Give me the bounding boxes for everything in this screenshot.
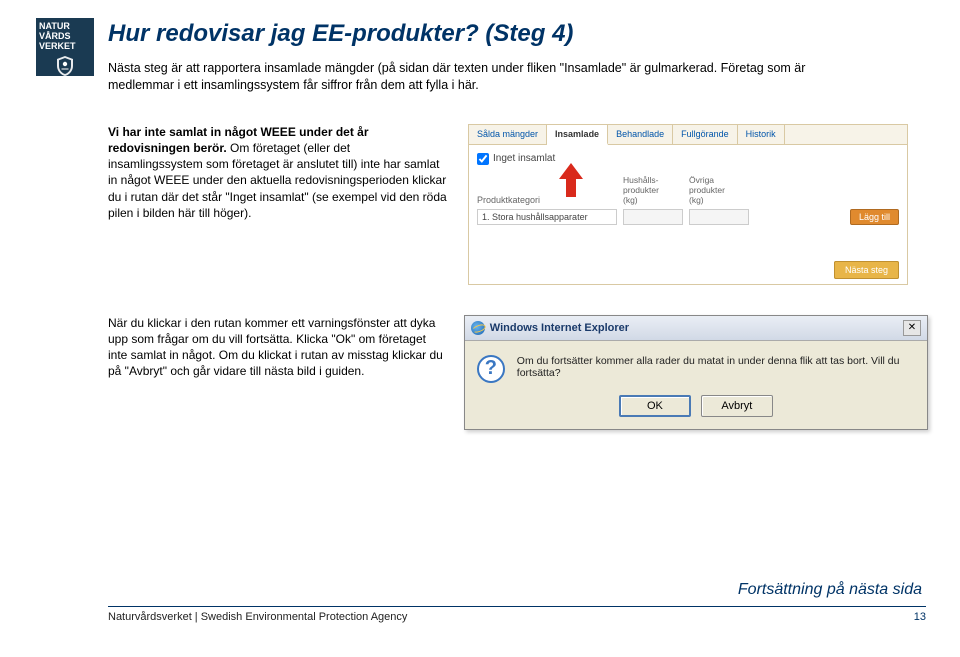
col-head-hushall: Hushålls- produkter (kg) <box>623 175 683 205</box>
close-button[interactable]: ✕ <box>903 320 921 336</box>
footer-org: Naturvårdsverket | Swedish Environmental… <box>108 611 407 623</box>
category-row-1[interactable]: 1. Stora hushållsapparater <box>477 209 617 225</box>
ie-icon <box>471 321 485 335</box>
tab-fullgorande[interactable]: Fullgörande <box>673 125 738 144</box>
tab-salda-mangder[interactable]: Sålda mängder <box>469 125 547 144</box>
tab-historik[interactable]: Historik <box>738 125 785 144</box>
product-category-label: Produktkategori <box>477 195 617 205</box>
lagg-till-button[interactable]: Lägg till <box>850 209 899 225</box>
app-tabs: Sålda mängder Insamlade Behandlade Fullg… <box>469 125 907 145</box>
shield-icon <box>56 56 74 79</box>
tab-insamlade[interactable]: Insamlade <box>547 125 608 145</box>
footer: Naturvårdsverket | Swedish Environmental… <box>108 606 926 623</box>
ie-dialog: Windows Internet Explorer ✕ ? Om du fort… <box>464 315 928 430</box>
dialog-title-text: Windows Internet Explorer <box>490 322 629 334</box>
inget-insamlat-label: Inget insamlat <box>493 153 555 164</box>
continuation-text: Fortsättning på nästa sida <box>738 581 922 599</box>
section2-text: När du klickar i den rutan kommer ett va… <box>108 315 444 430</box>
tab-behandlade[interactable]: Behandlade <box>608 125 673 144</box>
section1-text: Vi har inte samlat in något WEEE under d… <box>108 124 448 285</box>
dialog-titlebar: Windows Internet Explorer ✕ <box>465 316 927 341</box>
col-head-ovriga: Övriga produkter (kg) <box>689 175 749 205</box>
intro-paragraph: Nästa steg är att rapportera insamlade m… <box>108 60 808 94</box>
logo-line: VERKET <box>39 42 91 52</box>
nasta-steg-button[interactable]: Nästa steg <box>834 261 899 279</box>
footer-page-number: 13 <box>914 611 926 623</box>
ovriga-input[interactable] <box>689 209 749 225</box>
avbryt-button[interactable]: Avbryt <box>701 395 773 417</box>
inget-insamlat-checkbox[interactable] <box>477 153 489 165</box>
hushall-input[interactable] <box>623 209 683 225</box>
question-icon: ? <box>477 355 505 383</box>
red-arrow-icon <box>559 163 583 197</box>
ok-button[interactable]: OK <box>619 395 691 417</box>
naturvardsverket-logo: NATUR VÅRDS VERKET <box>36 18 94 76</box>
dialog-message: Om du fortsätter kommer alla rader du ma… <box>517 355 915 379</box>
page-title: Hur redovisar jag EE-produkter? (Steg 4) <box>108 20 928 48</box>
app-screenshot-panel: Sålda mängder Insamlade Behandlade Fullg… <box>468 124 908 285</box>
close-icon: ✕ <box>908 323 916 333</box>
